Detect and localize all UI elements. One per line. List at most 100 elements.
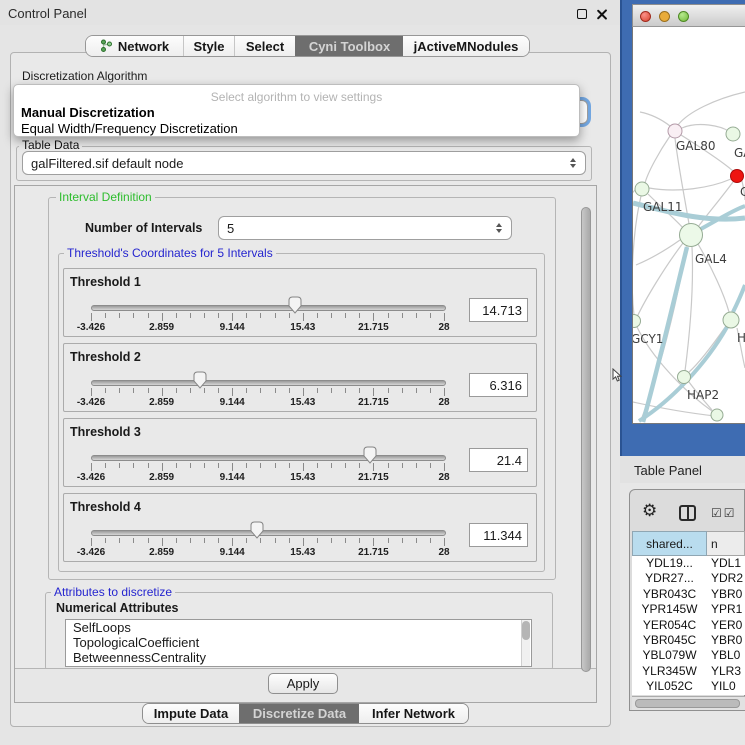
slider-minor-tick [388,388,389,393]
slider-tick-label: 9.144 [220,472,245,483]
threshold-slider-track[interactable] [91,455,446,461]
threshold-slider-thumb[interactable] [363,446,377,464]
slider-minor-tick [105,313,106,318]
network-canvas[interactable]: GAL80GACGAL11GAL4GCY1HHAP2 [633,27,745,423]
network-node[interactable] [711,409,723,421]
slider-tick-label: 9.144 [220,547,245,558]
slider-minor-tick [176,463,177,468]
network-edge [636,240,680,265]
cell-shared-name: YBR043C [632,587,707,602]
list-item[interactable]: SelfLoops [66,620,531,635]
slider-minor-tick [317,538,318,543]
slider-minor-tick [246,313,247,318]
table-row[interactable]: YBR045CYBR0 [632,633,745,648]
popup-option-equal-width-frequency[interactable]: Equal Width/Frequency Discretization [18,121,241,136]
popup-option-manual-discretization[interactable]: Manual Discretization [18,105,158,120]
slider-minor-tick [204,538,205,543]
slider-minor-tick [416,538,417,543]
slider-minor-tick [430,313,431,318]
checkbox-icons[interactable]: ☑☑ [711,506,737,520]
table-row[interactable]: YER054CYER0 [632,618,745,633]
tab-network[interactable]: Network [86,36,183,56]
table-row[interactable]: YIL052CYIL0 [632,679,745,694]
network-node-gal80[interactable] [668,124,682,138]
number-of-intervals-value: 5 [219,221,491,236]
close-light-icon[interactable] [640,11,651,22]
slider-major-tick [373,463,374,471]
numerical-attributes-list[interactable]: SelfLoopsTopologicalCoefficientBetweenne… [65,619,532,667]
table-row[interactable]: YLR345WYLR3 [632,664,745,679]
slider-minor-tick [119,388,120,393]
table-data-combobox[interactable]: galFiltered.sif default node [22,151,586,175]
column-header-name[interactable]: n [707,531,745,556]
threshold-slider-track[interactable] [91,530,446,536]
table-row[interactable]: YDL19...YDL1 [632,556,745,571]
bottom-tab-infer-network[interactable]: Infer Network [359,704,468,723]
bottom-tab-discretize-data[interactable]: Discretize Data [239,704,359,723]
slider-major-tick [91,538,92,546]
threshold-label: Threshold 2 [70,350,141,364]
threshold-value-field[interactable]: 21.4 [469,448,528,472]
threshold-slider-thumb[interactable] [193,371,207,389]
list-item[interactable]: TopologicalCoefficient [66,635,531,650]
slider-major-tick [444,538,445,546]
threshold-value-field[interactable]: 14.713 [469,298,528,322]
network-node-gcy1[interactable] [633,315,641,328]
gear-icon[interactable]: ⚙ [642,501,657,521]
slider-minor-tick [176,388,177,393]
table-row[interactable]: YBL079WYBL0 [632,648,745,663]
table-row[interactable]: YDR27...YDR2 [632,571,745,586]
float-icon[interactable] [577,9,587,19]
slider-minor-tick [190,388,191,393]
slider-major-tick [373,313,374,321]
list-item[interactable]: BetweennessCentrality [66,650,531,665]
threshold-4-box: Threshold 4-3.4262.8599.14415.4321.71528… [63,493,537,562]
column-header-shared-name[interactable]: shared... [632,531,707,556]
network-node-gal4[interactable] [680,224,703,247]
attributes-list-scrollbar-thumb[interactable] [522,621,530,640]
tab-label: Discretize Data [253,706,346,721]
cell-name: YPR1 [707,602,745,617]
network-node-h[interactable] [723,312,739,328]
bottom-tab-impute-data[interactable]: Impute Data [143,704,239,723]
node-label: GAL4 [695,252,727,266]
network-edge [633,196,641,315]
apply-button[interactable]: Apply [268,673,338,694]
minimize-light-icon[interactable] [659,11,670,22]
slider-tick-label: 21.715 [358,547,389,558]
table-row[interactable]: YPR145WYPR1 [632,602,745,617]
threshold-slider-track[interactable] [91,305,446,311]
settings-vertical-scrollbar[interactable] [581,207,591,672]
cell-name: YBL0 [707,648,745,663]
slider-major-tick [303,388,304,396]
threshold-slider-thumb[interactable] [288,296,302,314]
split-table-icon[interactable] [679,505,696,521]
threshold-slider-track[interactable] [91,380,446,386]
table-horizontal-scrollbar-thumb[interactable] [635,699,740,708]
network-node-hap2[interactable] [678,371,691,384]
threshold-value-field[interactable]: 11.344 [469,523,528,547]
zoom-light-icon[interactable] [678,11,689,22]
table-body[interactable]: YDL19...YDL1YDR27...YDR2YBR043CYBR0YPR14… [632,556,745,695]
slider-minor-tick [190,538,191,543]
threshold-value-field[interactable]: 6.316 [469,373,528,397]
slider-minor-tick [218,313,219,318]
tab-style[interactable]: Style [183,36,234,56]
slider-major-tick [444,388,445,396]
network-edge [645,136,670,183]
network-node-ga[interactable] [726,127,740,141]
tab-cyni-toolbox[interactable]: Cyni Toolbox [295,36,403,56]
close-icon[interactable] [596,8,608,20]
slider-tick-label: 28 [438,397,449,408]
slider-minor-tick [218,463,219,468]
tab-jactivemnodules[interactable]: jActiveMNodules [403,36,529,56]
threshold-slider-thumb[interactable] [250,521,264,539]
network-node-c[interactable] [731,170,744,183]
slider-minor-tick [204,313,205,318]
number-of-intervals-combobox[interactable]: 5 [218,216,512,240]
slider-minor-tick [148,313,149,318]
tab-select[interactable]: Select [234,36,295,56]
network-node-gal11[interactable] [635,182,649,196]
slider-minor-tick [289,538,290,543]
table-row[interactable]: YBR043CYBR0 [632,587,745,602]
